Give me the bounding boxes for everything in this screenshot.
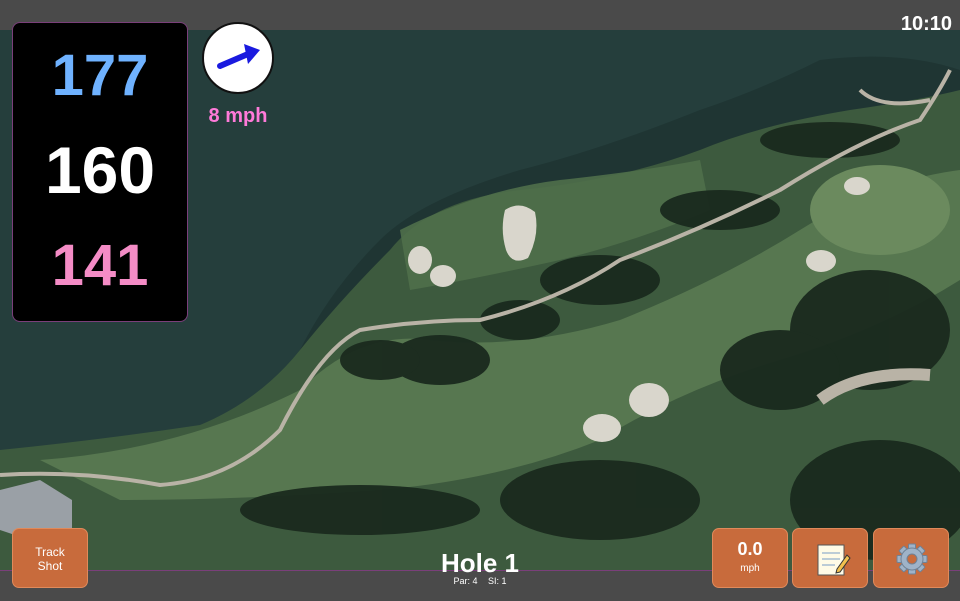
speed-button[interactable]: 0.0 mph — [712, 528, 788, 588]
track-shot-label-line1: Track — [35, 545, 65, 559]
wind-indicator[interactable] — [202, 22, 274, 94]
distance-panel: 177 160 141 — [12, 22, 188, 322]
distance-front: 141 — [51, 233, 149, 298]
speed-unit: mph — [740, 563, 760, 574]
track-shot-button[interactable]: Track Shot — [12, 528, 88, 588]
gear-icon — [896, 543, 928, 575]
track-shot-label-line2: Shot — [37, 559, 63, 573]
hole-title: Hole 1 — [440, 548, 520, 578]
distance-middle: 160 — [44, 133, 156, 207]
distance-back: 177 — [51, 43, 149, 108]
notes-button[interactable] — [792, 528, 868, 588]
hole-stroke-index: SI: 1 — [488, 576, 507, 586]
wind-speed: 8 mph — [208, 105, 268, 127]
notepad-icon — [817, 544, 851, 576]
hole-par: Par: 4 — [453, 576, 478, 586]
wind-arrow-icon — [217, 44, 260, 69]
hole-info: Par: 4 SI: 1 — [380, 577, 580, 586]
settings-button[interactable] — [873, 528, 949, 588]
speed-value: 0.0 — [737, 539, 763, 559]
